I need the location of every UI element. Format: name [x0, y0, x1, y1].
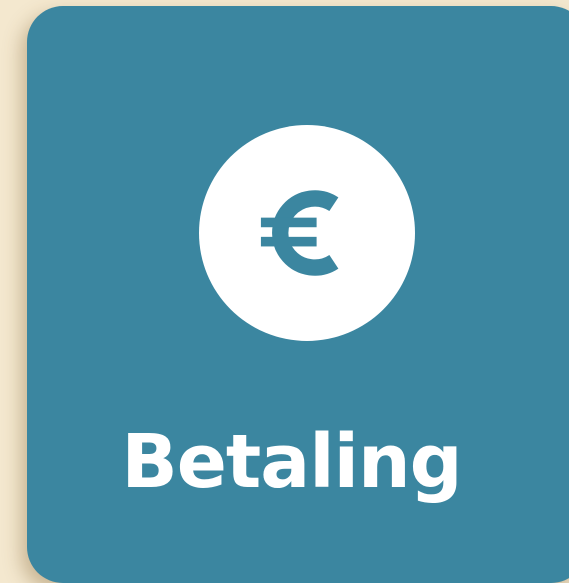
euro-icon: [199, 125, 415, 341]
page: Betaling: [0, 0, 569, 583]
betaling-tile-button[interactable]: Betaling: [27, 6, 569, 583]
tile-label: Betaling: [121, 419, 462, 505]
